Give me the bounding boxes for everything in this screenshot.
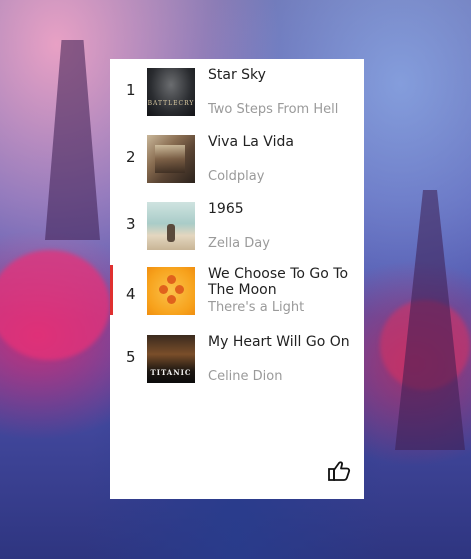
track-title: Viva La Vida <box>208 134 294 150</box>
track-rank: 2 <box>126 148 136 166</box>
track-title: Star Sky <box>208 67 266 83</box>
track-rank: 1 <box>126 81 136 99</box>
list-item[interactable]: 5 TITANIC My Heart Will Go On Celine Dio… <box>110 328 364 388</box>
track-rank: 4 <box>126 285 136 303</box>
cover-label: TITANIC <box>150 368 192 377</box>
track-title: My Heart Will Go On <box>208 334 350 350</box>
track-artist: Zella Day <box>208 236 270 251</box>
thumbs-up-icon <box>328 461 351 481</box>
cover-dot <box>159 285 168 294</box>
orange-dots-album-cover <box>147 267 195 315</box>
viva-la-vida-album-cover <box>147 135 195 183</box>
cover-dot <box>167 275 176 284</box>
track-artist: Celine Dion <box>208 369 283 384</box>
titanic-album-cover: TITANIC <box>147 335 195 383</box>
track-title: We Choose To Go To The Moon <box>208 266 349 298</box>
cover-label: BATTLECRY <box>147 100 195 107</box>
cover-painting-detail <box>155 145 185 173</box>
like-button[interactable] <box>326 459 352 483</box>
battlecry-album-cover: BATTLECRY <box>147 68 195 116</box>
track-title: 1965 <box>208 201 244 217</box>
cover-figure-detail <box>167 224 175 242</box>
list-item[interactable]: 2 Viva La Vida Coldplay <box>110 128 364 188</box>
zella-day-album-cover <box>147 202 195 250</box>
track-rank: 3 <box>126 215 136 233</box>
active-indicator <box>110 265 113 315</box>
list-item-active[interactable]: 4 We Choose To Go To The Moon There's a … <box>110 265 364 325</box>
playlist-panel: 1 BATTLECRY Star Sky Two Steps From Hell… <box>110 59 364 499</box>
cover-dot <box>175 285 184 294</box>
list-item[interactable]: 1 BATTLECRY Star Sky Two Steps From Hell <box>110 61 364 121</box>
list-item[interactable]: 3 1965 Zella Day <box>110 195 364 255</box>
track-artist: Coldplay <box>208 169 265 184</box>
track-rank: 5 <box>126 348 136 366</box>
cover-dot <box>167 295 176 304</box>
background-tree-left <box>0 250 110 360</box>
track-artist: Two Steps From Hell <box>208 102 339 117</box>
track-artist: There's a Light <box>208 300 305 315</box>
background-tower-left <box>45 40 100 240</box>
